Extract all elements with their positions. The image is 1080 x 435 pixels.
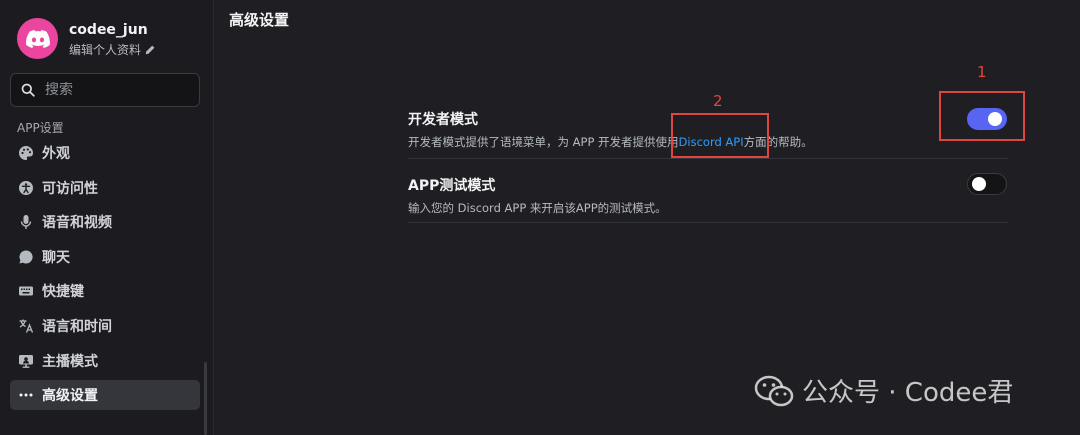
page-title: 高级设置 [229,11,290,29]
sidebar-item-label: 可访问性 [42,180,98,197]
search-box[interactable] [10,73,200,107]
watermark-text: 公众号 · Codee君 [802,378,1014,408]
section-label-app-settings: APP设置 [17,121,64,135]
sidebar-item-label: 聊天 [42,249,70,266]
annotation-number-2: 2 [713,92,723,110]
username: codee_jun [69,22,148,38]
avatar[interactable] [17,18,58,59]
wechat-icon [754,375,794,406]
annotation-box-1 [939,91,1025,141]
discord-logo-icon [25,29,50,48]
search-input[interactable] [45,82,185,98]
app-test-mode-title: APP测试模式 [408,178,496,194]
sidebar-item-appearance[interactable]: 外观 [10,138,200,168]
settings-sidebar: codee_jun 编辑个人资料 APP设置 外观 可访问性 [0,0,214,435]
settings-content: 高级设置 开发者模式 开发者模式提供了语境菜单，为 APP 开发者提供使用Dis… [215,0,1080,435]
sidebar-item-advanced[interactable]: 高级设置 [10,380,200,411]
divider [408,158,1008,159]
more-icon [18,387,34,403]
divider [408,222,1008,223]
sidebar-item-label: 主播模式 [42,353,98,370]
edit-profile-label: 编辑个人资料 [69,43,142,57]
sidebar-item-label: 语言和时间 [42,318,112,335]
toggle-knob [972,177,986,191]
sidebar-scrollbar[interactable] [204,362,207,435]
edit-profile-link[interactable]: 编辑个人资料 [69,41,155,58]
sidebar-item-label: 外观 [42,146,70,162]
app-test-mode-toggle[interactable] [967,173,1007,195]
sidebar-item-voice-video[interactable]: 语音和视频 [10,207,200,237]
sidebar-item-keybinds[interactable]: 快捷键 [10,276,200,306]
app-test-mode-setting: APP测试模式 输入您的 Discord APP 来开启该APP的测试模式。 [408,175,1008,216]
sidebar-item-language-time[interactable]: 语言和时间 [10,311,200,341]
chat-bubble-icon [18,249,34,265]
description-text: 开发者模式提供了语境菜单，为 APP 开发者提供使用 [408,135,679,149]
user-profile[interactable]: codee_jun 编辑个人资料 [17,18,207,62]
translate-icon [18,318,34,334]
sidebar-item-accessibility[interactable]: 可访问性 [10,173,200,203]
watermark: 公众号 · Codee君 [754,372,1013,409]
palette-icon [18,145,34,161]
sidebar-item-label: 快捷键 [42,284,84,301]
settings-nav: 外观 可访问性 语音和视频 聊天 快捷键 语言和时间 主播模式 高级设置 [10,138,200,415]
sidebar-item-streamer-mode[interactable]: 主播模式 [10,346,200,376]
stream-icon [18,353,34,369]
sidebar-item-chat[interactable]: 聊天 [10,242,200,272]
app-test-mode-description: 输入您的 Discord APP 来开启该APP的测试模式。 [408,201,667,215]
keyboard-icon [18,283,34,299]
annotation-number-1: 1 [977,63,987,81]
sidebar-item-label: 高级设置 [42,388,98,405]
search-icon [21,83,35,97]
pencil-icon [145,45,155,54]
sidebar-item-label: 语音和视频 [42,215,112,232]
accessibility-icon [18,180,34,196]
annotation-box-2 [671,113,769,158]
microphone-icon [18,214,34,230]
